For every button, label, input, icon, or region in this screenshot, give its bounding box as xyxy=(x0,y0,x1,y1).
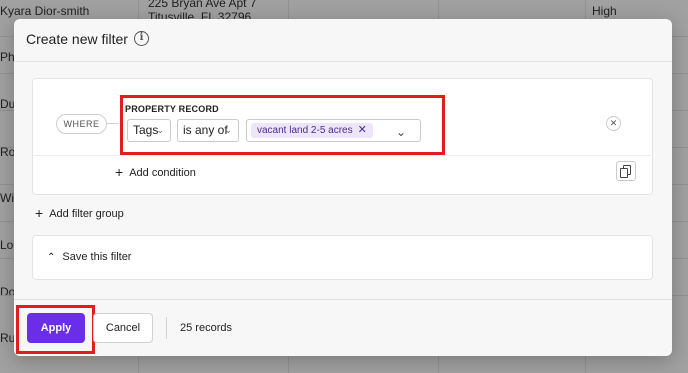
footer-separator xyxy=(166,317,167,339)
footer-divider xyxy=(14,299,672,300)
plus-icon: + xyxy=(115,164,124,180)
group-divider xyxy=(34,155,651,156)
copy-icon-front xyxy=(620,168,628,178)
plus-icon: + xyxy=(35,205,44,221)
header-divider xyxy=(14,61,672,62)
connector-line xyxy=(107,123,119,124)
create-filter-modal: Create new filter i WHERE PROPERTY RECOR… xyxy=(14,19,672,356)
info-icon[interactable]: i xyxy=(134,31,149,46)
cancel-button[interactable]: Cancel xyxy=(93,313,153,343)
add-condition-button[interactable]: + Add condition xyxy=(115,164,196,180)
where-label: WHERE xyxy=(56,114,107,134)
modal-title: Create new filter xyxy=(26,31,128,47)
duplicate-group-button[interactable] xyxy=(616,161,636,181)
save-filter-label: Save this filter xyxy=(62,251,132,263)
chevron-up-icon: ⌃ xyxy=(47,252,56,263)
records-count: 25 records xyxy=(180,322,232,334)
modal-header: Create new filter i xyxy=(14,19,672,61)
filter-group: WHERE PROPERTY RECORD Tags ⌄ is any of ⌄… xyxy=(32,78,653,195)
apply-button[interactable]: Apply xyxy=(27,313,85,343)
add-condition-label: Add condition xyxy=(129,167,196,179)
add-filter-group-label: Add filter group xyxy=(49,208,124,220)
save-filter-toggle[interactable]: ⌃ Save this filter xyxy=(47,251,131,263)
save-filter-section[interactable]: ⌃ Save this filter xyxy=(32,235,653,280)
add-filter-group-button[interactable]: + Add filter group xyxy=(35,205,124,221)
highlight-box xyxy=(120,95,445,155)
remove-condition-button[interactable]: ✕ xyxy=(606,116,621,131)
